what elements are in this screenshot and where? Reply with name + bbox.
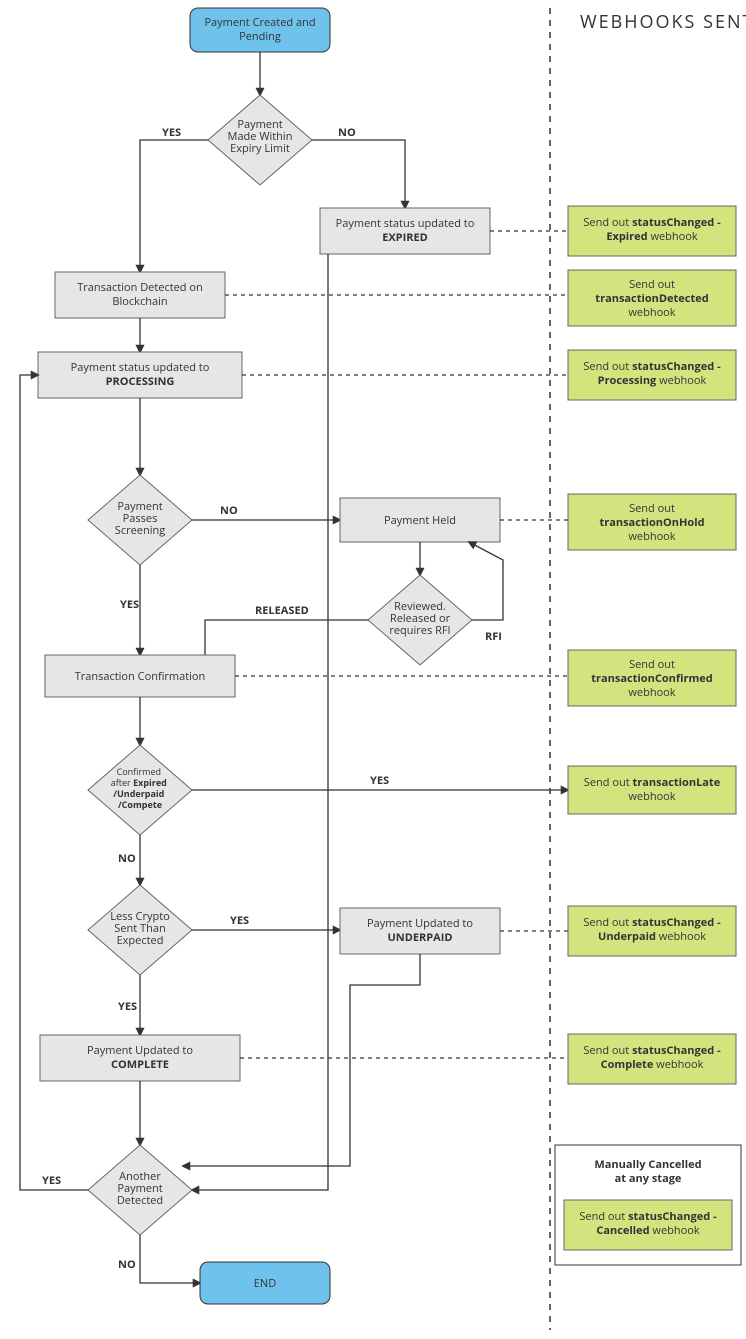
node-underpaid: Payment Updated toUNDERPAID: [340, 908, 500, 954]
node-start: Payment Created andPending: [190, 8, 330, 52]
webhook-underpaid: Send out statusChanged -Underpaid webhoo…: [568, 906, 736, 956]
node-processing: Payment status updated toPROCESSING: [38, 352, 242, 398]
decision-late: Confirmed after Expired /Underpaid /Comp…: [88, 745, 192, 835]
decision-screening: PaymentPassesScreening: [88, 475, 192, 565]
svg-text:Transaction Confirmation: Transaction Confirmation: [75, 669, 206, 684]
label-yes: YES: [162, 125, 181, 140]
webhook-detected: Send outtransactionDetectedwebhook: [568, 270, 736, 326]
decision-another: AnotherPaymentDetected: [88, 1145, 192, 1235]
node-confirmation: Transaction Confirmation: [45, 655, 235, 697]
label-yes-4: YES: [230, 913, 249, 928]
label-no-3: NO: [118, 851, 136, 866]
webhook-complete: Send out statusChanged -Complete webhook: [568, 1034, 736, 1084]
svg-text:Reviewed.Released orrequires R: Reviewed.Released orrequires RFI: [389, 599, 450, 638]
label-no-4: NO: [118, 1257, 136, 1272]
label-yes-2: YES: [120, 597, 139, 612]
label-released: RELEASED: [255, 603, 309, 618]
svg-text:Confirmed after Expired: Confirmed after Expired /Underpaid /Comp…: [111, 765, 169, 811]
node-complete: Payment Updated toCOMPLETE: [40, 1035, 240, 1081]
node-detected: Transaction Detected onBlockchain: [55, 272, 225, 318]
node-held: Payment Held: [340, 498, 500, 542]
webhook-processing: Send out statusChanged -Processing webho…: [568, 350, 736, 400]
svg-text:END: END: [254, 1276, 276, 1291]
svg-text:AnotherPaymentDetected: AnotherPaymentDetected: [117, 1169, 163, 1208]
label-rfi: RFI: [485, 629, 502, 644]
manual-cancelled-panel: Manually Cancelledat any stage Send out …: [555, 1145, 741, 1265]
flow-diagram: WEBHOOKS SENT Payment Created andPending…: [0, 0, 746, 1339]
label-yes-6: YES: [42, 1173, 61, 1188]
svg-text:Send out statusChanged -Proces: Send out statusChanged -Processing webho…: [583, 359, 721, 388]
svg-text:Send out statusChanged -Cancel: Send out statusChanged -Cancelled webhoo…: [579, 1209, 717, 1238]
decision-review: Reviewed.Released orrequires RFI: [368, 575, 472, 665]
label-no-2: NO: [220, 503, 238, 518]
node-end: END: [200, 1262, 330, 1304]
svg-text:Send out statusChanged -Comple: Send out statusChanged -Complete webhook: [583, 1043, 721, 1072]
webhook-onhold: Send outtransactionOnHoldwebhook: [568, 494, 736, 550]
webhook-confirmed: Send outtransactionConfirmedwebhook: [568, 650, 736, 706]
label-yes-5: YES: [118, 999, 137, 1014]
webhooks-heading: WEBHOOKS SENT: [580, 10, 746, 34]
svg-text:Less CryptoSent ThanExpected: Less CryptoSent ThanExpected: [110, 909, 170, 948]
decision-expiry: PaymentMade WithinExpiry Limit: [208, 95, 312, 185]
label-yes-3: YES: [370, 773, 389, 788]
decision-under: Less CryptoSent ThanExpected: [88, 885, 192, 975]
svg-text:Payment Held: Payment Held: [384, 513, 456, 528]
node-expired: Payment status updated toEXPIRED: [320, 208, 490, 254]
webhook-expired: Send out statusChanged -Expired webhook: [568, 206, 736, 256]
label-no: NO: [338, 125, 356, 140]
webhook-late: Send out transactionLatewebhook: [568, 766, 736, 814]
svg-text:Send out statusChanged -Underp: Send out statusChanged -Underpaid webhoo…: [583, 915, 721, 944]
